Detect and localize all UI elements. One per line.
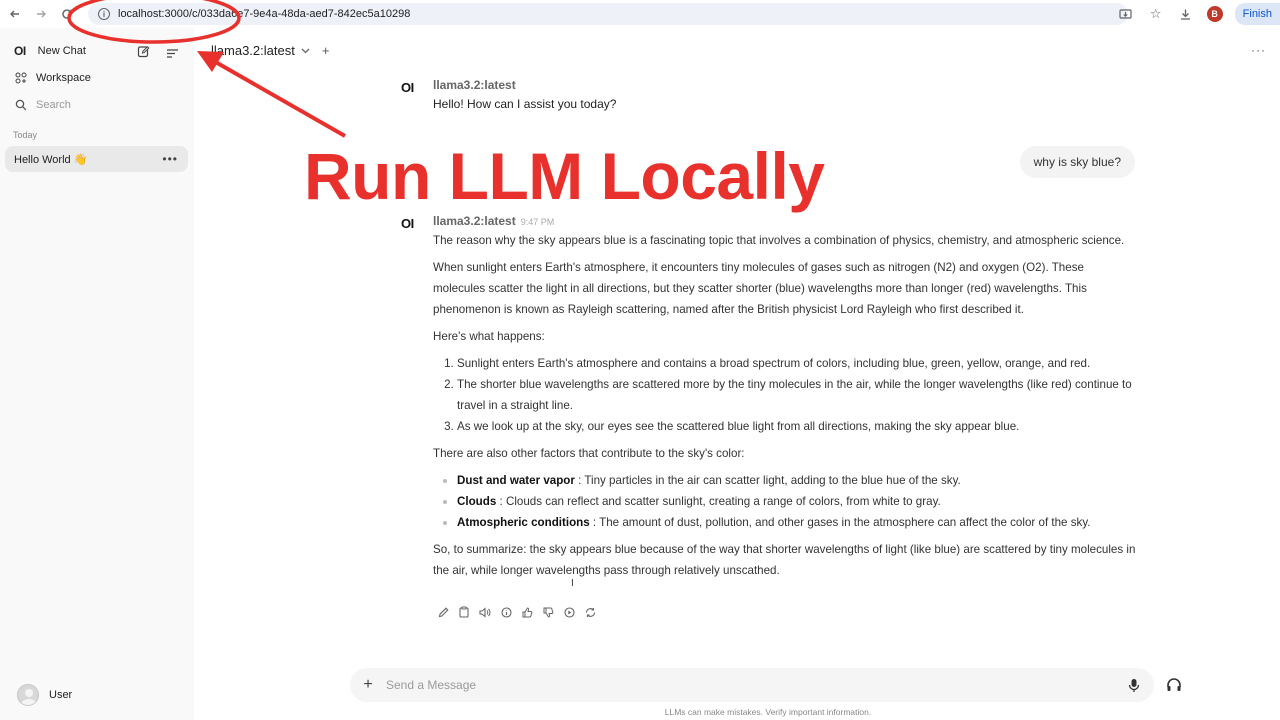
menu-icon[interactable] xyxy=(166,46,179,64)
sidebar: OI New Chat Workspace Search Today Hello… xyxy=(0,28,194,720)
search-label: Search xyxy=(36,99,71,111)
add-model-icon[interactable]: + xyxy=(322,43,330,58)
assistant-name: llama3.2:latest xyxy=(433,78,516,92)
factor-desc: : Tiny particles in the air can scatter … xyxy=(574,474,961,487)
info-icon[interactable] xyxy=(500,605,512,619)
search-icon xyxy=(14,98,28,112)
response-paragraph: The reason why the sky appears blue is a… xyxy=(433,234,1125,247)
message-timestamp: 9:47 PM xyxy=(520,217,555,227)
address-bar[interactable]: i localhost:3000/c/033da6e7-9e4a-48da-ae… xyxy=(88,3,1128,25)
bookmark-star-icon[interactable]: ☆ xyxy=(1147,5,1165,23)
finish-update-button[interactable]: Finish xyxy=(1234,3,1280,25)
annotation-arrow-shaft xyxy=(211,58,346,138)
factors-list: Dust and water vapor : Tiny particles in… xyxy=(433,470,1138,533)
search-row[interactable]: Search xyxy=(14,98,71,112)
forward-icon[interactable] xyxy=(28,1,54,27)
chat-options-icon[interactable]: ··· xyxy=(1251,43,1266,57)
message-actions xyxy=(437,605,596,619)
workspace-label: Workspace xyxy=(36,72,91,84)
assistant-name-row: llama3.2:latest 9:47 PM xyxy=(433,214,554,228)
chat-item-label: Hello World 👋 xyxy=(14,153,88,166)
edit-icon[interactable] xyxy=(437,605,449,619)
factor-term: Atmospheric conditions xyxy=(457,516,590,529)
assistant-response: The reason why the sky appears blue is a… xyxy=(433,230,1138,587)
list-item: As we look up at the sky, our eyes see t… xyxy=(457,416,1138,437)
assistant-logo: OI xyxy=(401,216,414,231)
response-paragraph: There are also other factors that contri… xyxy=(433,447,745,460)
list-item: The shorter blue wavelengths are scatter… xyxy=(457,374,1138,416)
list-item: Sunlight enters Earth's atmosphere and c… xyxy=(457,353,1138,374)
section-today-label: Today xyxy=(13,130,38,140)
factor-desc: : The amount of dust, pollution, and oth… xyxy=(589,516,1091,529)
more-options-icon[interactable]: ••• xyxy=(162,152,178,166)
response-paragraph: When sunlight enters Earth's atmosphere,… xyxy=(433,261,1087,316)
speaker-icon[interactable] xyxy=(479,605,491,619)
download-icon[interactable] xyxy=(1177,5,1195,23)
factor-desc: : Clouds can reflect and scatter sunligh… xyxy=(496,495,941,508)
list-item: Dust and water vapor : Tiny particles in… xyxy=(443,470,1138,491)
disclaimer-text: LLMs can make mistakes. Verify important… xyxy=(664,707,872,717)
back-icon[interactable] xyxy=(2,1,28,27)
list-item: Atmospheric conditions : The amount of d… xyxy=(443,512,1138,533)
response-paragraph: Here's what happens: xyxy=(433,330,545,343)
mic-icon[interactable] xyxy=(1114,678,1154,693)
attach-plus-icon[interactable]: + xyxy=(350,676,386,694)
regenerate-icon[interactable] xyxy=(584,605,596,619)
assistant-logo: OI xyxy=(401,80,414,95)
new-chat-row[interactable]: OI New Chat xyxy=(14,44,86,58)
user-menu[interactable]: User xyxy=(17,684,72,706)
message-composer: + xyxy=(350,668,1154,702)
browser-toolbar: i localhost:3000/c/033da6e7-9e4a-48da-ae… xyxy=(0,0,1280,28)
thumbs-up-icon[interactable] xyxy=(521,605,533,619)
profile-avatar[interactable]: B xyxy=(1206,6,1223,22)
chevron-down-icon[interactable] xyxy=(301,46,310,56)
message-input[interactable] xyxy=(386,678,1114,692)
factor-term: Clouds xyxy=(457,495,497,508)
headset-icon[interactable] xyxy=(1166,677,1182,693)
assistant-message-text: Hello! How can I assist you today? xyxy=(433,97,617,111)
browser-actions: ☆ B Finish xyxy=(1117,3,1280,25)
response-paragraph: So, to summarize: the sky appears blue b… xyxy=(433,543,1136,577)
thumbs-down-icon[interactable] xyxy=(542,605,554,619)
site-info-icon[interactable]: i xyxy=(98,8,110,20)
copy-icon[interactable] xyxy=(458,605,470,619)
assistant-name: llama3.2:latest xyxy=(433,214,516,228)
continue-icon[interactable] xyxy=(563,605,575,619)
workspace-row[interactable]: Workspace xyxy=(14,71,91,85)
url-text: localhost:3000/c/033da6e7-9e4a-48da-aed7… xyxy=(118,8,411,20)
user-message-text: why is sky blue? xyxy=(1033,155,1121,169)
app-root: i localhost:3000/c/033da6e7-9e4a-48da-ae… xyxy=(0,0,1280,720)
edit-icon[interactable] xyxy=(137,45,150,63)
user-name: User xyxy=(49,689,73,701)
openwebui-logo: OI xyxy=(14,44,26,58)
list-item: Clouds : Clouds can reflect and scatter … xyxy=(443,491,1138,512)
overlay-title: Run LLM Locally xyxy=(304,139,825,213)
new-chat-label: New Chat xyxy=(37,45,86,57)
model-selector-label: llama3.2:latest xyxy=(211,43,295,58)
model-selector[interactable]: llama3.2:latest + xyxy=(211,43,329,58)
reload-icon[interactable] xyxy=(54,1,80,27)
user-avatar xyxy=(17,684,39,706)
user-message-bubble: why is sky blue? xyxy=(1019,146,1135,178)
factor-term: Dust and water vapor xyxy=(457,474,575,487)
workspace-icon xyxy=(14,71,28,85)
install-app-icon[interactable] xyxy=(1117,5,1135,23)
chat-item-hello-world[interactable]: Hello World 👋 ••• xyxy=(5,146,188,172)
steps-list: Sunlight enters Earth's atmosphere and c… xyxy=(433,353,1138,437)
text-cursor-icon: I xyxy=(571,578,574,589)
